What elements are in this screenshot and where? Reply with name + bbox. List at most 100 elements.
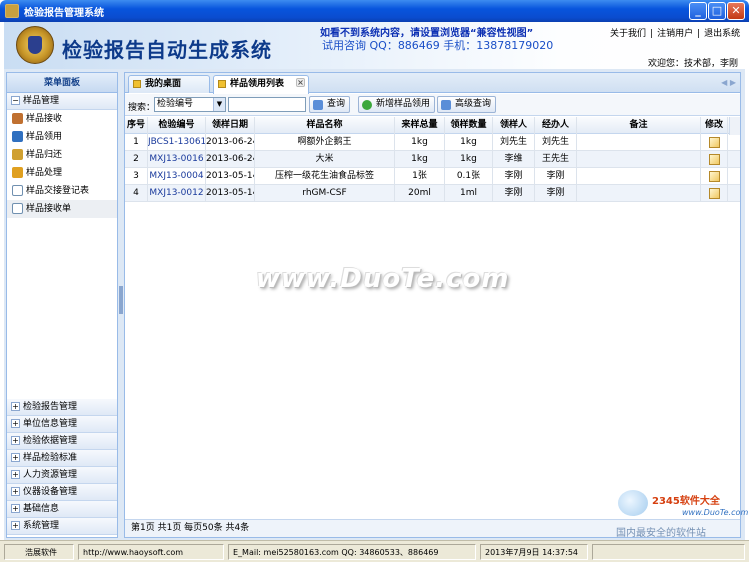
- borrow-amount: 1kg: [445, 151, 493, 168]
- remark: [577, 168, 701, 185]
- borrow-date: 2013-06-24: [206, 151, 255, 168]
- borrow-amount: 1kg: [445, 134, 493, 151]
- column-header[interactable]: 备注: [577, 117, 701, 134]
- column-header[interactable]: 领样人: [493, 117, 535, 134]
- borrow-amount: 1ml: [445, 185, 493, 202]
- borrower: 刘先生: [493, 134, 535, 151]
- sidebar-splitter[interactable]: [119, 286, 123, 314]
- search-field-select[interactable]: 检验编号 ▼: [154, 97, 226, 112]
- mascot-icon: [618, 490, 648, 516]
- edit-icon[interactable]: [708, 171, 720, 182]
- app-icon: [5, 4, 19, 18]
- sidebar: 菜单面板 − 样品管理 样品接收 样品领用 样品归还 样品处理 样品交接登记表 样…: [6, 72, 118, 538]
- sidebar-group-hr[interactable]: + 人力资源管理: [7, 467, 117, 484]
- sidebar-item-sample-borrow[interactable]: 样品领用: [7, 128, 117, 146]
- column-header[interactable]: 修改: [701, 117, 728, 134]
- total-amount: 1kg: [395, 151, 445, 168]
- about-us-link[interactable]: 关于我们: [610, 29, 646, 39]
- column-header[interactable]: 经办人: [535, 117, 577, 134]
- borrower: 李刚: [493, 168, 535, 185]
- logout-link[interactable]: 注销用户: [657, 29, 693, 39]
- table-row[interactable]: 2 MXJ13-0016 2013-06-24 大米 1kg 1kg 李维 王先…: [125, 151, 740, 168]
- inspection-number[interactable]: MXJ13-0016: [148, 151, 206, 168]
- edit-icon[interactable]: [708, 188, 720, 199]
- maximize-button[interactable]: □: [708, 2, 726, 20]
- minimize-button[interactable]: _: [689, 2, 707, 20]
- edit-cell: [701, 168, 728, 185]
- link-separator: |: [650, 29, 654, 39]
- sidebar-item-handover-register[interactable]: 样品交接登记表: [7, 182, 117, 200]
- sidebar-group-standard[interactable]: + 样品检验标准: [7, 450, 117, 467]
- center-watermark: www.DuoTe.com: [256, 264, 510, 294]
- exit-link[interactable]: 退出系统: [704, 29, 740, 39]
- sidebar-title: 菜单面板: [7, 73, 117, 93]
- handler: 刘先生: [535, 134, 577, 151]
- sidebar-item-sample-receive[interactable]: 样品接收: [7, 110, 117, 128]
- close-button[interactable]: ✕: [727, 2, 745, 20]
- search-input[interactable]: [228, 97, 306, 112]
- tab-close-icon[interactable]: ×: [296, 78, 305, 87]
- column-header[interactable]: 序号: [125, 117, 148, 134]
- column-header[interactable]: 领样日期: [206, 117, 255, 134]
- expand-icon: +: [11, 504, 20, 513]
- inspection-number[interactable]: MXJ13-0012: [148, 185, 206, 202]
- sidebar-group-basis[interactable]: + 检验依据管理: [7, 433, 117, 450]
- inspection-number[interactable]: JBCS1-130612: [148, 134, 206, 151]
- column-header[interactable]: 来样总量: [395, 117, 445, 134]
- row-number: 4: [125, 185, 148, 202]
- advanced-query-button[interactable]: 高级查询: [437, 96, 497, 113]
- inspection-number[interactable]: MXJ13-0004: [148, 168, 206, 185]
- tab-strip: 我的桌面 样品领用列表 × ◀ ▶: [125, 73, 740, 94]
- contact-info: 试用咨询 QQ：886469 手机：13878179020: [322, 39, 554, 52]
- handler: 李刚: [535, 185, 577, 202]
- sidebar-group-sample-management[interactable]: − 样品管理: [7, 93, 117, 110]
- remark: [577, 185, 701, 202]
- add-icon: [362, 100, 372, 110]
- column-header[interactable]: 领样数量: [445, 117, 493, 134]
- watermark-site: www.DuoTe.com: [682, 508, 749, 517]
- handler: 王先生: [535, 151, 577, 168]
- company-name: 浩展软件: [4, 544, 74, 560]
- link-separator: |: [697, 29, 701, 39]
- edit-cell: [701, 151, 728, 168]
- tab-my-desktop[interactable]: 我的桌面: [128, 75, 210, 93]
- search-label: 搜索：: [128, 103, 156, 113]
- sidebar-group-basic-info[interactable]: + 基础信息: [7, 501, 117, 518]
- status-empty-panel: [592, 544, 745, 560]
- advanced-search-icon: [441, 100, 451, 110]
- watermark-slogan: 国内最安全的软件站: [616, 528, 706, 539]
- search-icon: [313, 100, 323, 110]
- expand-icon: +: [11, 453, 20, 462]
- expand-icon: +: [11, 521, 20, 530]
- sidebar-group-unit[interactable]: + 单位信息管理: [7, 416, 117, 433]
- sidebar-item-sample-process[interactable]: 样品处理: [7, 164, 117, 182]
- emblem-logo-icon: [16, 26, 54, 64]
- edit-icon[interactable]: [708, 154, 720, 165]
- edit-cell: [701, 134, 728, 151]
- query-button[interactable]: 查询: [309, 96, 351, 113]
- process-icon: [12, 167, 23, 178]
- sample-name: rhGM-CSF: [255, 185, 395, 202]
- table-row[interactable]: 3 MXJ13-0004 2013-05-14 压榨一级花生油食品标签 1张 0…: [125, 168, 740, 185]
- sidebar-group-report[interactable]: + 检验报告管理: [7, 399, 117, 416]
- tab-sample-borrow-list[interactable]: 样品领用列表 ×: [213, 75, 309, 94]
- corner-watermark: 2345软件大全 www.DuoTe.com 国内最安全的软件站: [608, 488, 749, 540]
- expand-icon: +: [11, 470, 20, 479]
- table-row[interactable]: 1 JBCS1-130612 2013-06-24 啊额外企鹅王 1kg 1kg…: [125, 134, 740, 151]
- sidebar-item-receipt-form[interactable]: 样品接收单: [7, 200, 117, 218]
- column-header[interactable]: 检验编号: [148, 117, 206, 134]
- table-row[interactable]: 4 MXJ13-0012 2013-05-14 rhGM-CSF 20ml 1m…: [125, 185, 740, 202]
- edit-icon[interactable]: [708, 137, 720, 148]
- add-sample-borrow-button[interactable]: 新增样品领用: [358, 96, 436, 113]
- column-header[interactable]: 样品名称: [255, 117, 395, 134]
- total-amount: 1张: [395, 168, 445, 185]
- chevron-down-icon[interactable]: ▼: [213, 98, 225, 111]
- sidebar-group-system[interactable]: + 系统管理: [7, 518, 117, 535]
- table-scrollbar[interactable]: [729, 117, 740, 135]
- sidebar-group-equipment[interactable]: + 仪器设备管理: [7, 484, 117, 501]
- form-icon: [12, 203, 23, 214]
- content-panel: 我的桌面 样品领用列表 × ◀ ▶ 搜索： 检验编号 ▼ 查询 新增样品领用 高…: [124, 72, 741, 538]
- sidebar-item-sample-return[interactable]: 样品归还: [7, 146, 117, 164]
- tab-scroll-arrows-icon[interactable]: ◀ ▶: [721, 78, 736, 87]
- total-amount: 1kg: [395, 134, 445, 151]
